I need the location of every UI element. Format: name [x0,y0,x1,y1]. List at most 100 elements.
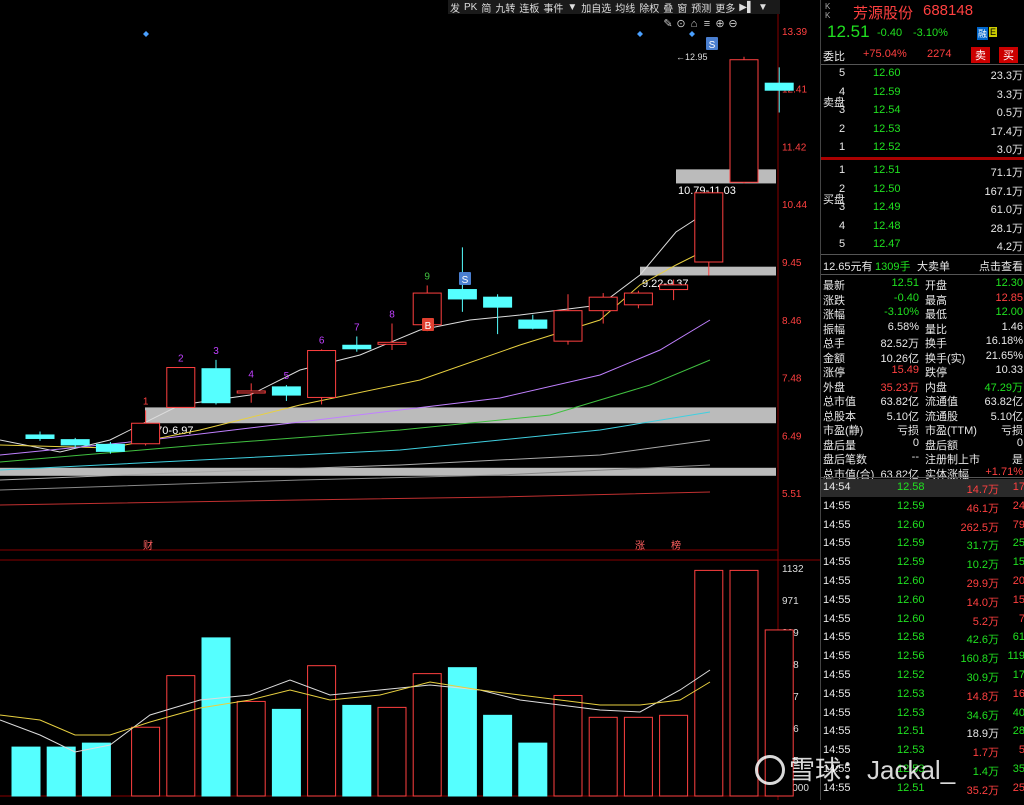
tick-time: 14:55 [823,556,851,569]
volume-bar [729,569,759,797]
volume-bar [81,742,111,797]
price-axis-label: 8.46 [782,316,802,327]
tick-row[interactable]: 14:55 12.59 31.7万 25 [821,535,1024,553]
tick-count: 20 [1012,575,1024,587]
buy-button[interactable]: 买 [999,47,1018,63]
tick-row[interactable]: 14:55 12.52 30.9万 17 [821,667,1024,685]
ask-row: 3 12.54 0.5万 [821,102,1024,120]
candle-body [694,192,724,263]
toolbar-item-2[interactable]: 简 [479,0,493,15]
candle-body [201,368,231,404]
tick-volume: 14.8万 [966,690,999,703]
tick-volume: 29.9万 [966,578,999,590]
toolbar-item-4[interactable]: 连板 [517,0,541,15]
tick-row[interactable]: 14:55 12.60 14.0万 15 [821,592,1024,610]
candle-body [131,422,161,445]
tick-volume: 31.7万 [966,540,999,553]
tick-price: 12.53 [897,687,925,700]
toolbar-item-0[interactable]: 发 [448,0,462,15]
tick-row[interactable]: 14:55 12.53 34.6万 40 [821,705,1024,723]
ask-row: 2 12.53 17.4万 [821,121,1024,139]
ask-bid-divider [821,157,1024,160]
candle-body [25,434,55,439]
bid-price: 12.51 [873,164,901,176]
toolbar-item-7[interactable]: 加自选 [579,0,613,15]
toolbar-item-1[interactable]: PK [462,2,479,13]
toolbar-item-13[interactable]: 更多 [713,0,737,15]
volume-bar [236,700,266,797]
tick-time: 14:55 [823,706,851,719]
toolbar-item-5[interactable]: 事件 [541,0,565,15]
tick-row[interactable]: 14:55 12.59 46.1万 24 [821,498,1024,516]
tick-volume: 35.2万 [966,784,999,797]
e-badge: E [989,27,998,37]
stat-value-2: 12.00 [995,306,1023,318]
signal-label: S [462,275,469,286]
tick-time: 14:55 [823,669,851,681]
tick-price: 12.59 [897,537,925,550]
tick-row[interactable]: 14:55 12.51 18.9万 28 [821,723,1024,741]
volume-bar [377,706,407,797]
event-diamond-icon [143,31,149,37]
kk-icon[interactable]: KK [825,2,830,20]
ask-price: 12.60 [873,67,901,79]
ask-volume: 3.3万 [996,88,1023,101]
td-sequence-label: 9 [424,271,430,282]
bid-level: 2 [839,182,846,195]
tick-row[interactable]: 14:55 12.56 160.8万 119 [821,648,1024,666]
toolbar-item-12[interactable]: 预测 [689,0,713,15]
td-sequence-label: 7 [354,322,360,333]
stat-value-2: +1.71% [985,465,1023,478]
toolbar-item-11[interactable]: 窗 [675,0,689,15]
tick-row[interactable]: 14:55 12.60 29.9万 20 [821,573,1024,591]
tick-count: 5 [1018,744,1024,757]
td-sequence-label: 4 [248,369,254,380]
volume-bar [412,673,442,797]
event-diamond-icon [637,31,643,37]
toolbar-item-6[interactable]: ▼ [565,2,579,13]
tick-time: 14:55 [823,518,851,531]
tick-row[interactable]: 14:55 12.58 42.6万 61 [821,629,1024,647]
chart-tool-icon: ⌂ [691,18,698,30]
buy-label: 买盘 [823,194,845,206]
tick-row[interactable]: 14:55 12.59 10.2万 15 [821,554,1024,572]
tick-time: 14:55 [823,575,851,587]
stat-value-2: 12.30 [995,277,1023,289]
stock-code: 688148 [923,2,974,19]
toolbar-item-9[interactable]: 除权 [637,0,661,15]
view-big-order-link[interactable]: 点击查看 [979,258,1023,274]
tick-row[interactable]: 14:55 12.60 5.2万 7 [821,611,1024,629]
candle-body [518,319,548,329]
event-mark-label: 涨 [635,540,645,552]
tick-row[interactable]: 14:55 12.53 14.8万 16 [821,686,1024,704]
toolbar-item-14[interactable]: ▶▌ [737,2,756,13]
candle-body [271,386,301,396]
volume-bar [588,716,618,797]
toolbar-item-10[interactable]: 叠 [661,0,675,15]
tick-time: 14:55 [823,725,851,738]
chart-tool-icon: ✎ [663,18,672,30]
tick-price: 12.60 [897,593,925,606]
chart-tool-icon: ⊙ [676,18,685,30]
candle-body [236,390,266,394]
tick-row[interactable]: 14:54 12.58 14.7万 17 [821,479,1024,497]
tick-row[interactable]: 14:55 12.60 262.5万 79 [821,517,1024,535]
signal-label: B [425,321,432,332]
ask-volume: 3.0万 [996,144,1023,156]
sell-button[interactable]: 卖 [971,47,990,63]
volume-bar [166,675,196,797]
kline-chart[interactable]: 13.3912.4111.4210.449.458.467.486.495.51… [0,0,820,800]
snowball-logo-icon [755,755,785,785]
moving-average-line [0,319,711,456]
last-price: 12.51 [827,22,870,41]
tick-price: 12.52 [897,669,925,681]
toolbar-item-15[interactable]: ▼ [756,2,770,13]
weibi-ratio: +75.04% [863,48,907,60]
td-sequence-label: 6 [319,335,325,346]
stock-name: 芳源股份 [853,5,914,22]
candle-body [483,296,513,308]
kline-chart-area[interactable]: 13.39 12.41 11.42 10.44 9.45 8.46 7.48 6.49 5.51… [0,0,820,800]
price-axis-label: 6.49 [782,432,802,443]
toolbar-item-8[interactable]: 均线 [613,0,637,15]
toolbar-item-3[interactable]: 九转 [493,0,517,15]
